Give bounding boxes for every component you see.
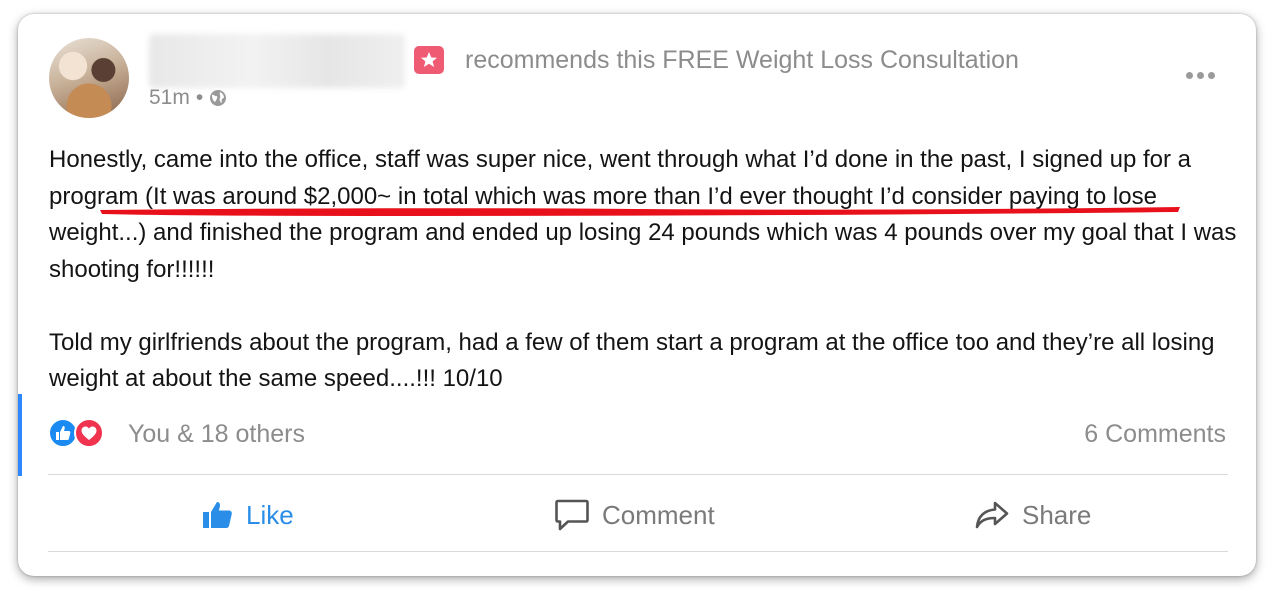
accent-bar — [18, 394, 22, 476]
comment-label: Comment — [602, 499, 715, 530]
post-meta: 51m • — [149, 86, 227, 110]
post-body: Honestly, came into the office, staff wa… — [49, 142, 1239, 398]
share-arrow-icon — [975, 501, 1009, 529]
recommend-star-icon — [414, 46, 444, 74]
comments-count[interactable]: 6 Comments — [1084, 420, 1226, 449]
reaction-icons[interactable] — [48, 418, 112, 450]
post-paragraph-2: Told my girlfriends about the program, h… — [49, 328, 1215, 393]
red-underline-annotation — [100, 207, 1180, 216]
post-card: recommends this FREE Weight Loss Consult… — [18, 14, 1256, 576]
avatar[interactable] — [49, 38, 129, 118]
divider — [48, 474, 1228, 475]
recommends-text: recommends this FREE Weight Loss Consult… — [465, 46, 1019, 74]
divider — [48, 551, 1228, 552]
author-name-redacted — [149, 34, 405, 88]
share-button[interactable]: Share — [974, 494, 1091, 536]
comment-icon — [555, 499, 589, 531]
thumbs-up-icon — [203, 502, 232, 528]
post-time[interactable]: 51m — [149, 86, 190, 110]
globe-icon — [209, 89, 227, 107]
reactions-summary[interactable]: You & 18 others — [128, 420, 305, 449]
comment-button[interactable]: Comment — [554, 494, 715, 536]
share-label: Share — [1022, 499, 1092, 530]
like-button[interactable]: Like — [202, 494, 294, 536]
more-options-icon[interactable] — [1186, 72, 1220, 84]
heart-icon — [74, 418, 104, 448]
meta-separator: • — [195, 86, 204, 109]
like-label: Like — [246, 499, 294, 530]
